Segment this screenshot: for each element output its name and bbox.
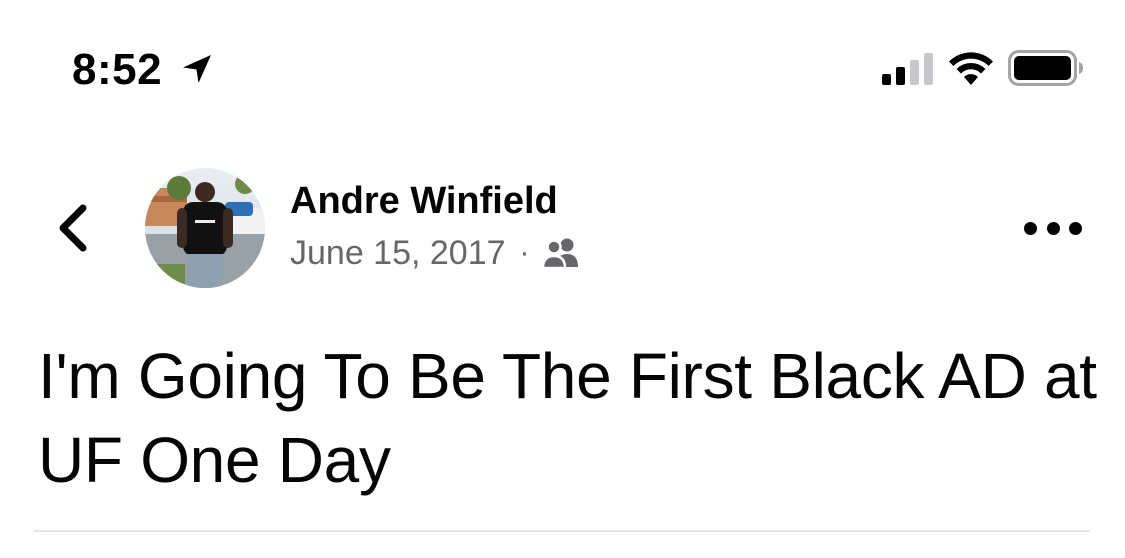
back-button[interactable] <box>44 196 100 260</box>
more-horizontal-icon-dot <box>1069 221 1082 235</box>
cellular-signal-icon <box>882 53 933 85</box>
post-text: I'm Going To Be The First Black AD at UF… <box>38 340 1097 496</box>
post-meta: June 15, 2017 · <box>290 232 580 274</box>
avatar[interactable] <box>145 168 265 288</box>
chevron-left-icon <box>59 204 87 252</box>
divider <box>34 530 1090 532</box>
location-arrow-icon <box>183 55 211 83</box>
more-options-button[interactable] <box>1024 210 1082 246</box>
friends-icon[interactable] <box>541 237 580 269</box>
profile-photo <box>145 168 265 288</box>
battery-icon <box>1008 50 1083 86</box>
post-date[interactable]: June 15, 2017 <box>290 232 506 274</box>
meta-separator: · <box>519 236 530 269</box>
status-time: 8:52 <box>72 45 163 94</box>
author-name[interactable]: Andre Winfield <box>290 178 558 224</box>
wifi-icon <box>949 52 993 85</box>
more-horizontal-icon-dot <box>1024 221 1037 235</box>
more-horizontal-icon-dot <box>1046 221 1060 235</box>
